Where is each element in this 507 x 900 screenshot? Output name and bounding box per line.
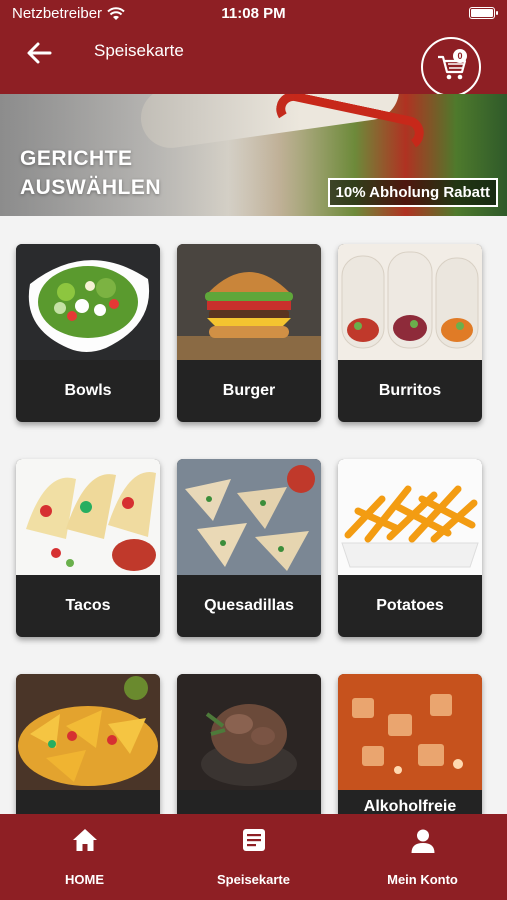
category-card-quesadillas[interactable]: Quesadillas	[177, 459, 321, 637]
banner-headline: GERICHTE AUSWÄHLEN	[20, 144, 161, 202]
category-image-nachos	[16, 674, 160, 790]
home-icon	[72, 829, 97, 851]
category-card-bowls[interactable]: Bowls	[16, 244, 160, 422]
category-card-potatoes[interactable]: Potatoes	[338, 459, 482, 637]
cart-count-badge: 0	[453, 49, 467, 63]
category-label: Burger	[222, 382, 276, 399]
back-arrow-icon[interactable]	[24, 38, 54, 68]
nav-label: HOME	[65, 872, 104, 887]
category-image-potatoes	[338, 459, 482, 575]
category-image-quesadillas	[177, 459, 321, 575]
category-grid: Bowls Burger Burritos Tacos Quesadillas …	[0, 216, 507, 814]
nav-item-speisekarte[interactable]: Speisekarte	[169, 814, 338, 900]
category-image-tacos	[16, 459, 160, 575]
promo-banner: GERICHTE AUSWÄHLEN 10% Abholung Rabatt	[0, 94, 507, 216]
battery-icon	[469, 7, 498, 19]
category-image-burritos	[338, 244, 482, 360]
category-label: Potatoes	[376, 597, 444, 614]
cart-button[interactable]: 0	[421, 37, 481, 97]
category-label	[177, 790, 321, 814]
category-image-bowls	[16, 244, 160, 360]
category-image-drinks	[338, 674, 482, 790]
nav-label: Mein Konto	[387, 872, 458, 887]
category-label	[16, 790, 160, 814]
status-bar: Netzbetreiber 11:08 PM	[0, 0, 507, 28]
category-image-burger	[177, 244, 321, 360]
category-image-desserts	[177, 674, 321, 790]
nav-label: Speisekarte	[217, 872, 290, 887]
nav-item-mein-konto[interactable]: Mein Konto	[338, 814, 507, 900]
bottom-navigation: HOME Speisekarte Mein Konto	[0, 814, 507, 900]
page-title: Speisekarte	[94, 41, 184, 60]
banner-headline-line1: GERICHTE	[20, 147, 133, 170]
nav-item-home[interactable]: HOME	[0, 814, 169, 900]
person-icon	[411, 829, 434, 853]
category-card-alkoholfreie[interactable]: Alkoholfreie	[338, 674, 482, 814]
discount-badge: 10% Abholung Rabatt	[327, 178, 498, 207]
category-card-burritos[interactable]: Burritos	[338, 244, 482, 422]
app-bar: Speisekarte 0	[0, 28, 507, 97]
category-label: Burritos	[378, 382, 442, 399]
clock: 11:08 PM	[221, 5, 286, 22]
category-label: Alkoholfreie	[363, 798, 457, 814]
category-label: Quesadillas	[204, 597, 294, 614]
banner-headline-line2: AUSWÄHLEN	[20, 176, 161, 199]
category-card-tacos[interactable]: Tacos	[16, 459, 160, 637]
menu-list-icon	[242, 829, 265, 851]
category-label: Tacos	[65, 597, 111, 614]
category-card-nachos[interactable]	[16, 674, 160, 814]
category-label: Bowls	[64, 382, 112, 399]
category-card-burger[interactable]: Burger	[177, 244, 321, 422]
category-card-desserts[interactable]	[177, 674, 321, 814]
